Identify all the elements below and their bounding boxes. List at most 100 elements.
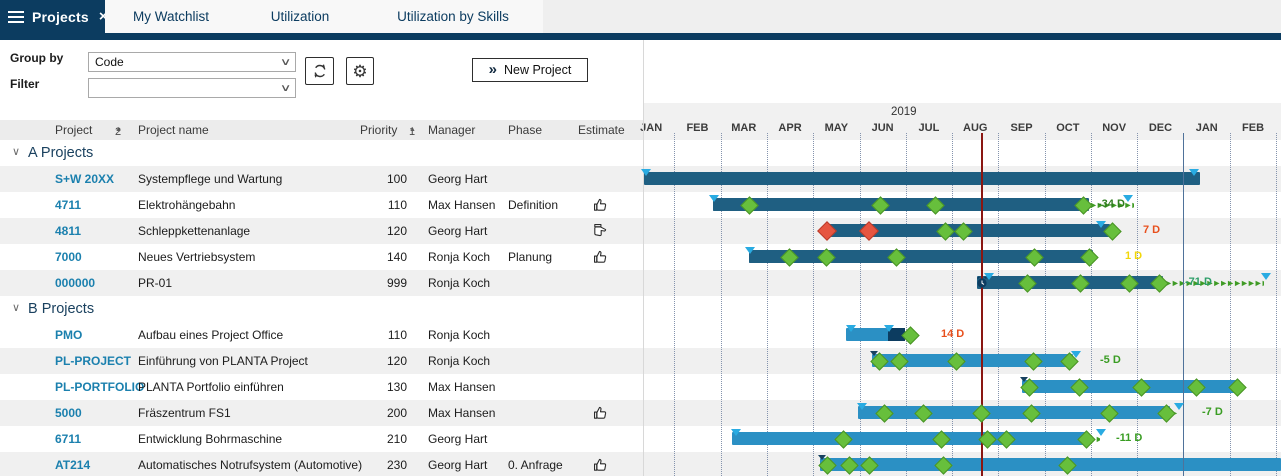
gantt-row: ►►►►►►►►►►►►►►►►►►►►►►-71 D (643, 270, 1281, 296)
buffer-days-label: -7 D (1202, 406, 1223, 418)
month-label-2: MAR (721, 122, 767, 134)
column-header-manager[interactable]: Manager (428, 123, 475, 137)
table-row[interactable]: 4811Schleppkettenanlage120Georg Hart7 D (0, 218, 1281, 244)
column-header-project-name[interactable]: Project name (138, 123, 209, 137)
project-name: Systempflege und Wartung (138, 166, 282, 192)
schedule-marker-icon[interactable] (709, 195, 719, 202)
schedule-marker-icon[interactable] (857, 403, 867, 410)
project-manager: Ronja Koch (428, 322, 490, 348)
project-priority: 230 (350, 452, 407, 476)
gantt-bar[interactable] (732, 432, 1088, 445)
schedule-marker-icon[interactable] (731, 429, 741, 436)
refresh-button[interactable] (305, 57, 334, 85)
table-row[interactable]: 6711Entwicklung Bohrmaschine210Georg Har… (0, 426, 1281, 452)
gantt-bar-hatched[interactable] (713, 198, 829, 211)
buffer-days-label: -11 D (1116, 432, 1142, 444)
schedule-marker-icon[interactable] (1096, 221, 1106, 228)
gantt-bar[interactable] (820, 458, 1281, 471)
group-label[interactable]: B Projects (28, 296, 94, 322)
project-priority: 130 (350, 374, 407, 400)
chevron-down-icon[interactable]: ∨ (12, 140, 20, 166)
project-id-link[interactable]: PMO (55, 322, 82, 348)
table-row[interactable]: 000000PR-01999Ronja Koch►►►►►►►►►►►►►►►►… (0, 270, 1281, 296)
tab-my-watchlist[interactable]: My Watchlist (105, 0, 237, 33)
tab-label: Utilization (271, 9, 330, 24)
project-priority: 110 (350, 322, 407, 348)
column-header-priority[interactable]: Priority (360, 123, 397, 137)
thumb-up-icon[interactable] (592, 456, 609, 473)
gear-icon: ⚙ (352, 63, 367, 80)
project-manager: Ronja Koch (428, 348, 490, 374)
schedule-marker-icon[interactable] (1071, 351, 1081, 358)
gantt-bar[interactable] (1022, 380, 1240, 393)
tab-bar-underline (0, 33, 1281, 40)
month-label-6: JUL (906, 122, 952, 134)
table-row[interactable]: AT214Automatisches Notrufsystem (Automot… (0, 452, 1281, 476)
project-phase: 0. Anfrage (508, 452, 563, 476)
gantt-bar[interactable] (644, 172, 1200, 185)
thumb-up-icon[interactable] (592, 196, 609, 213)
project-name: Elektrohängebahn (138, 192, 235, 218)
menu-icon[interactable] (8, 11, 24, 23)
group-by-dropdown[interactable]: Code ∨ (88, 52, 296, 72)
column-header-phase[interactable]: Phase (508, 123, 542, 137)
new-project-button[interactable]: » New Project (472, 58, 588, 82)
table-row[interactable]: S+W 20XXSystempflege und Wartung100Georg… (0, 166, 1281, 192)
table-row[interactable]: 4711Elektrohängebahn110Max HansenDefinit… (0, 192, 1281, 218)
table-row[interactable]: 7000Neues Vertriebsystem140Ronja KochPla… (0, 244, 1281, 270)
thumb-up-icon[interactable] (592, 248, 609, 265)
project-id-link[interactable]: 7000 (55, 244, 82, 270)
project-priority: 100 (350, 166, 407, 192)
buffer-days-label: -71 D (1185, 276, 1212, 288)
gantt-bar[interactable] (858, 406, 1170, 419)
project-id-link[interactable]: S+W 20XX (55, 166, 114, 192)
schedule-marker-icon[interactable] (1096, 429, 1106, 436)
group-label[interactable]: A Projects (28, 140, 93, 166)
month-label-3: APR (767, 122, 813, 134)
column-header-project[interactable]: Project (55, 123, 92, 137)
refresh-icon (311, 62, 329, 80)
filter-dropdown[interactable]: ∨ (88, 78, 296, 98)
chevron-down-icon[interactable]: ∨ (12, 296, 20, 322)
schedule-marker-icon[interactable] (745, 247, 755, 254)
table-row[interactable]: 5000Fräszentrum FS1200Max Hansen►►►►-7 D (0, 400, 1281, 426)
schedule-marker-icon[interactable] (884, 325, 894, 332)
schedule-marker-icon[interactable] (641, 169, 651, 176)
group-header-row: ∨ B Projects (0, 296, 1281, 322)
project-id-link[interactable]: PL-PORTFOLIO (55, 374, 144, 400)
schedule-marker-icon[interactable] (1261, 273, 1271, 280)
thumb-sideways-icon[interactable] (592, 222, 609, 239)
project-id-link[interactable]: PL-PROJECT (55, 348, 131, 374)
project-name: Fräszentrum FS1 (138, 400, 231, 426)
schedule-marker-icon[interactable] (1174, 403, 1184, 410)
project-id-link[interactable]: AT214 (55, 452, 90, 476)
project-priority: 200 (350, 400, 407, 426)
tab-utilization-by-skills[interactable]: Utilization by Skills (363, 0, 543, 33)
project-manager: Ronja Koch (428, 244, 490, 270)
project-id-link[interactable]: 000000 (55, 270, 95, 296)
month-label-1: FEB (674, 122, 720, 134)
gantt-row: ►►►►►-11 D (643, 426, 1281, 452)
buffer-arrows-icon: ►►►►►►►►►►►►►►►►►►►►►► (1164, 277, 1264, 289)
buffer-days-label: 1 D (1125, 250, 1142, 262)
settings-button[interactable]: ⚙ (346, 57, 374, 85)
column-header-estimate[interactable]: Estimate (578, 123, 625, 137)
project-name: Aufbau eines Project Office (138, 322, 283, 348)
schedule-marker-icon[interactable] (1189, 169, 1199, 176)
project-id-link[interactable]: 6711 (55, 426, 81, 452)
thumb-up-icon[interactable] (592, 404, 609, 421)
table-row[interactable]: PL-PORTFOLIOPLANTA Portfolio einführen13… (0, 374, 1281, 400)
month-label-0: JAN (628, 122, 674, 134)
tab-projects-active[interactable]: Projects × (0, 0, 105, 33)
project-manager: Georg Hart (428, 452, 487, 476)
project-id-link[interactable]: 5000 (55, 400, 82, 426)
table-row[interactable]: PMO Aufbau eines Project Office 110 Ronja K… (0, 322, 1281, 348)
schedule-marker-icon[interactable] (846, 325, 856, 332)
project-id-link[interactable]: 4711 (55, 192, 81, 218)
project-phase: Definition (508, 192, 558, 218)
bar-start-tick-icon (1020, 377, 1028, 382)
table-header: Project 2▲ Project name Priority 1▲ Mana… (0, 120, 643, 140)
table-row[interactable]: PL-PROJECTEinführung von PLANTA Project1… (0, 348, 1281, 374)
tab-utilization[interactable]: Utilization (237, 0, 363, 33)
project-id-link[interactable]: 4811 (55, 218, 81, 244)
